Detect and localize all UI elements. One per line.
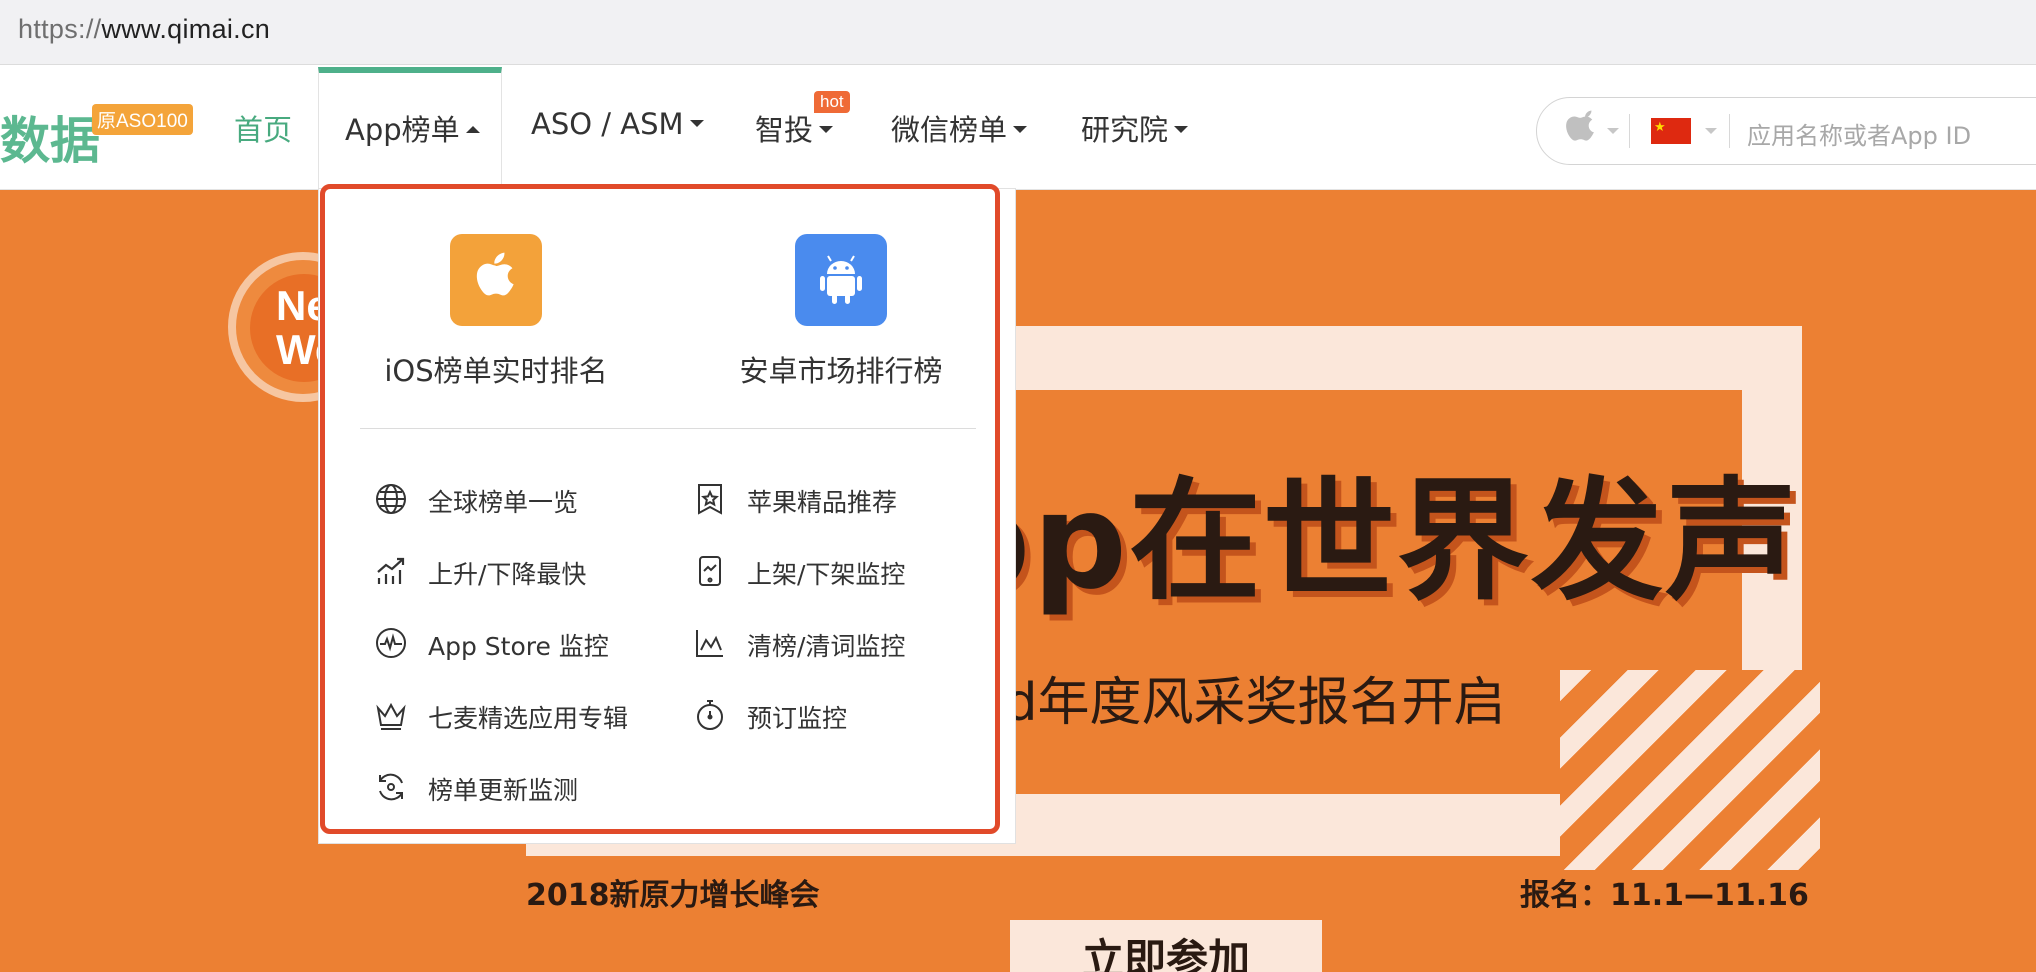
nav-wechat-rankings[interactable]: 微信榜单: [891, 107, 1028, 149]
line-chart-icon: [693, 626, 727, 660]
apple-icon[interactable]: [1565, 110, 1597, 155]
nav-smart-ads[interactable]: 智投: [755, 107, 834, 149]
caret-down-icon: [819, 125, 834, 133]
site-logo[interactable]: 数据: [0, 101, 100, 173]
nav-home[interactable]: 首页: [234, 107, 292, 149]
caret-down-icon: [1013, 125, 1028, 133]
banner-subtitle: ld年度风采奖报名开启: [990, 673, 1506, 733]
join-button[interactable]: 立即参加: [1010, 920, 1322, 972]
ios-rankings-tile[interactable]: iOS榜单实时排名: [356, 234, 636, 390]
banner-event-name: 2018新原力增长峰会: [526, 878, 820, 913]
stopwatch-icon: [693, 698, 727, 732]
caret-down-icon: [689, 119, 704, 127]
globe-icon: [374, 482, 408, 516]
pulse-icon: [374, 626, 408, 660]
caret-up-icon: [465, 125, 480, 133]
promo-banner[interactable]: Ne We pp在世界发声 ld年度风采奖报名开启 2018新原力增长峰会 报名…: [0, 190, 2036, 972]
nav-app-rankings[interactable]: App榜单: [318, 67, 502, 191]
trend-up-icon: [374, 554, 408, 588]
dropdown-divider: [360, 428, 976, 429]
banner-headline: pp在世界发声: [936, 465, 1799, 619]
apple-icon: [450, 234, 542, 326]
star-bookmark-icon: [693, 482, 727, 516]
nav-aso-asm[interactable]: ASO / ASM: [531, 107, 704, 141]
search-input[interactable]: 应用名称或者App ID: [1747, 116, 1971, 151]
hot-badge: hot: [814, 91, 850, 113]
refresh-icon: [374, 770, 408, 804]
phone-monitor-icon: [693, 554, 727, 588]
url-text[interactable]: https://www.qimai.cn: [18, 14, 270, 45]
banner-dates: 报名：11.1—11.16: [1520, 878, 1809, 913]
caret-down-icon: [1607, 128, 1619, 134]
android-rankings-tile[interactable]: 安卓市场排行榜: [701, 234, 981, 390]
caret-down-icon: [1705, 128, 1717, 134]
nav-research[interactable]: 研究院: [1081, 107, 1189, 149]
logo-badge: 原ASO100: [92, 104, 193, 135]
top-nav-bar: 数据 原ASO100 首页 App榜单 ASO / ASM 智投 hot 微信榜…: [0, 67, 2036, 191]
caret-down-icon: [1174, 125, 1189, 133]
android-icon: [795, 234, 887, 326]
china-flag-icon[interactable]: ★: [1651, 118, 1691, 144]
crown-icon: [374, 698, 408, 732]
browser-url-bar[interactable]: https://www.qimai.cn: [0, 0, 2036, 65]
search-box[interactable]: ★ 应用名称或者App ID: [1536, 97, 2036, 165]
